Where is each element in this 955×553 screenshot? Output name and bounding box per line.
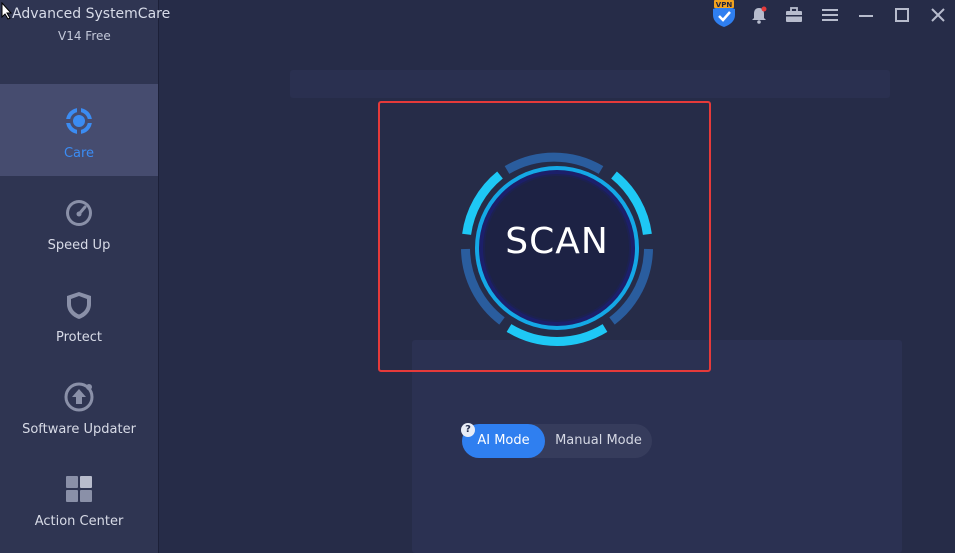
help-icon[interactable]: ?: [461, 423, 475, 437]
manual-mode-button[interactable]: Manual Mode: [545, 424, 652, 458]
sidebar-item-action-center[interactable]: Action Center: [0, 452, 158, 544]
sidebar-item-label: Software Updater: [22, 422, 136, 437]
menu-icon: [822, 9, 838, 21]
scan-label: SCAN: [505, 221, 609, 262]
sidebar: Advanced SystemCare V14 Free Care Speed …: [0, 0, 170, 553]
grid-icon: [62, 472, 96, 506]
vpn-button[interactable]: VPN: [710, 0, 738, 28]
care-icon: [62, 104, 96, 138]
minimize-icon: [859, 15, 873, 17]
app-title: Advanced SystemCare: [12, 6, 171, 22]
notifications-button[interactable]: [746, 3, 772, 27]
scan-mode-toggle: AI Mode Manual Mode: [462, 424, 652, 458]
toolbox-button[interactable]: [781, 3, 807, 27]
sidebar-item-label: Protect: [56, 330, 102, 345]
vpn-label: VPN: [716, 1, 733, 9]
sidebar-item-label: Action Center: [34, 514, 124, 529]
vpn-shield-icon: VPN: [713, 0, 735, 27]
maximize-button[interactable]: [889, 3, 915, 27]
update-arrow-icon: [62, 380, 96, 414]
speedometer-icon: [62, 196, 96, 230]
sidebar-item-label: Care: [63, 146, 95, 161]
sidebar-item-protect[interactable]: Protect: [0, 268, 158, 360]
close-icon: [931, 8, 945, 22]
sidebar-item-care[interactable]: Care: [0, 84, 158, 176]
minimize-button[interactable]: [853, 3, 879, 27]
background-panel: [290, 70, 890, 98]
menu-button[interactable]: [817, 3, 843, 27]
close-button[interactable]: [925, 3, 951, 27]
toolbox-icon: [786, 7, 802, 22]
sidebar-item-label: Speed Up: [47, 238, 111, 253]
shield-icon: [62, 288, 96, 322]
maximize-icon: [895, 8, 909, 22]
sidebar-item-software-updater[interactable]: Software Updater: [0, 360, 158, 452]
sidebar-item-speed-up[interactable]: Speed Up: [0, 176, 158, 268]
bell-icon: [752, 6, 767, 24]
app-version: V14 Free: [58, 29, 111, 43]
